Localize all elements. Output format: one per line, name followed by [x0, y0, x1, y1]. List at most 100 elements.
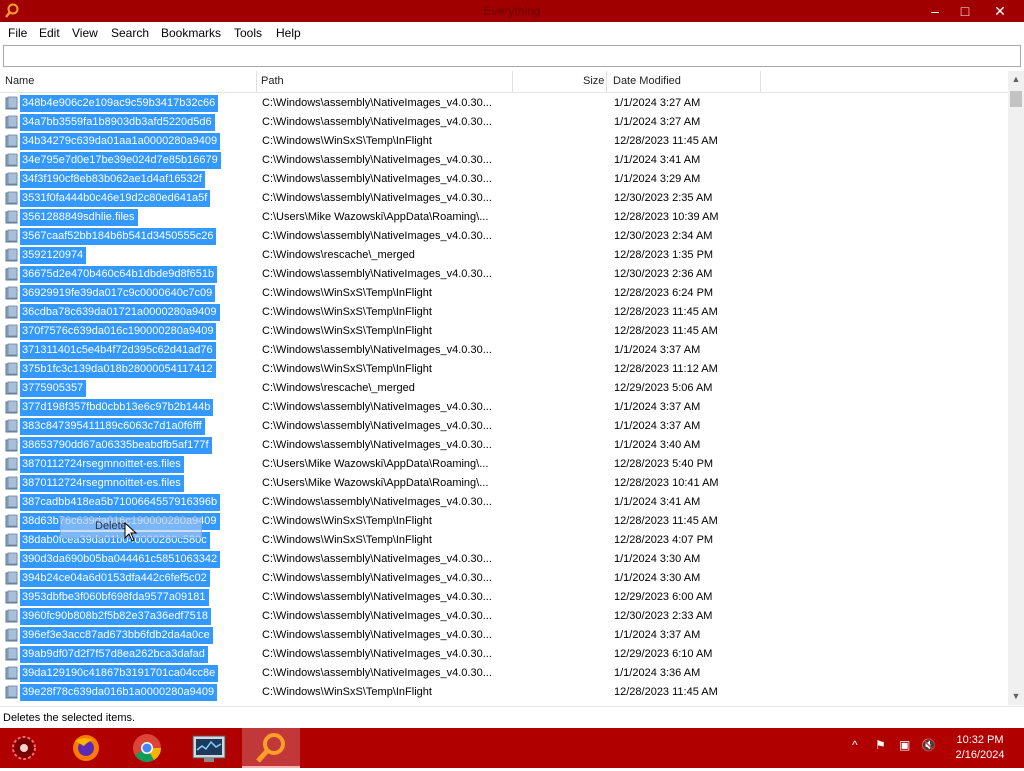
scroll-thumb[interactable] [1010, 91, 1022, 107]
menu-edit[interactable]: Edit [39, 26, 60, 40]
table-row[interactable]: 375b1fc3c139da018b28000054117412 C:\Windo… [0, 360, 1008, 379]
scroll-down-arrow-icon[interactable]: ▼ [1008, 688, 1024, 705]
vertical-scrollbar[interactable]: ▲ ▼ [1008, 71, 1024, 705]
close-button[interactable]: ✕ [983, 0, 1017, 22]
column-separator[interactable] [760, 71, 761, 92]
table-row[interactable]: 3561288849sdhlie.files C:\Users\Mike Wazo… [0, 208, 1008, 227]
file-name[interactable]: 383c847395411189c6063c7d1a0f6fff [20, 418, 205, 435]
file-name[interactable]: 34f3f190cf8eb83b062ae1d4af16532f [20, 171, 205, 188]
table-row[interactable]: 34a7bb3559fa1b8903db3afd5220d5d6 C:\Windo… [0, 113, 1008, 132]
maximize-button[interactable]: □ [948, 0, 982, 22]
search-box[interactable] [3, 45, 1021, 67]
file-name[interactable]: 375b1fc3c139da018b28000054117412 [20, 361, 216, 378]
table-row[interactable]: 34e795e7d0e17be39e024d7e85b16679 C:\Windo… [0, 151, 1008, 170]
table-row[interactable]: 36675d2e470b460c64b1dbde9d8f651b C:\Windo… [0, 265, 1008, 284]
file-name[interactable]: 3953dbfbe3f060bf698fda9577a09181 [20, 589, 209, 606]
file-name[interactable]: 3592120974 [20, 247, 87, 264]
file-name[interactable]: 394b24ce04a6d0153dfa442c6fef5c02 [20, 570, 210, 587]
file-name[interactable]: 3960fc90b808b2f5b82e37a36edf7518 [20, 608, 211, 625]
file-name[interactable]: 34a7bb3559fa1b8903db3afd5220d5d6 [20, 114, 215, 131]
file-path: C:\Windows\assembly\NativeImages_v4.0.30… [262, 553, 492, 565]
file-name[interactable]: 396ef3e3acc87ad673bb6fdb2da4a0ce [20, 627, 213, 644]
table-row[interactable]: 394b24ce04a6d0153dfa442c6fef5c02 C:\Windo… [0, 569, 1008, 588]
minimize-button[interactable]: – [918, 0, 952, 22]
tray-chevron-icon[interactable]: ^ [852, 738, 858, 752]
file-name[interactable]: 370f7576c639da016c190000280a9409 [20, 323, 217, 340]
menu-file[interactable]: File [8, 26, 27, 40]
taskbar-system-monitor[interactable] [180, 728, 238, 768]
tray-flag-icon[interactable]: ⚑ [875, 738, 886, 752]
menu-bookmarks[interactable]: Bookmarks [161, 26, 221, 40]
file-name[interactable]: 3870112724rsegmnoittet-es.files [20, 475, 184, 492]
menu-search[interactable]: Search [111, 26, 149, 40]
table-row[interactable]: 3870112724rsegmnoittet-es.files C:\Users\… [0, 455, 1008, 474]
table-row[interactable]: 3531f0fa444b0c46e19d2c80ed641a5f C:\Windo… [0, 189, 1008, 208]
tray-network-icon[interactable]: ▣ [899, 738, 910, 752]
file-name[interactable]: 377d198f357fbd0cbb13e6c97b2b144b [20, 399, 214, 416]
table-row[interactable]: 390d3da690b05ba044461c5851063342 C:\Windo… [0, 550, 1008, 569]
file-name[interactable]: 36929919fe39da017c9c0000640c7c09 [20, 285, 216, 302]
table-row[interactable]: 371311401c5e4b4f72d395c62d41ad76 C:\Windo… [0, 341, 1008, 360]
table-row[interactable]: 39e28f78c639da016b1a0000280a9409 C:\Windo… [0, 683, 1008, 702]
column-path[interactable]: Path [261, 75, 284, 87]
file-name[interactable]: 39ab9df07d2f7f57d8ea262bca3dafad [20, 646, 208, 663]
column-date-modified[interactable]: Date Modified [613, 75, 681, 87]
clock-time: 10:32 PM [956, 734, 1004, 746]
table-row[interactable]: 38653790dd67a06335beabdfb5af177f C:\Windo… [0, 436, 1008, 455]
table-row[interactable]: 383c847395411189c6063c7d1a0f6fff C:\Windo… [0, 417, 1008, 436]
menu-help[interactable]: Help [276, 26, 301, 40]
search-input[interactable] [4, 46, 1020, 64]
table-row[interactable]: 34f3f190cf8eb83b062ae1d4af16532f C:\Windo… [0, 170, 1008, 189]
column-name[interactable]: Name [5, 75, 34, 87]
menu-tools[interactable]: Tools [234, 26, 262, 40]
file-path: C:\Windows\WinSxS\Temp\InFlight [262, 306, 432, 318]
table-row[interactable]: 36929919fe39da017c9c0000640c7c09 C:\Windo… [0, 284, 1008, 303]
file-date-modified: 1/1/2024 3:37 AM [614, 344, 701, 356]
table-row[interactable]: 377d198f357fbd0cbb13e6c97b2b144b C:\Windo… [0, 398, 1008, 417]
scroll-up-arrow-icon[interactable]: ▲ [1008, 71, 1024, 88]
column-separator[interactable] [606, 71, 607, 92]
file-name[interactable]: 34e795e7d0e17be39e024d7e85b16679 [20, 152, 221, 169]
taskbar-chrome[interactable] [118, 728, 176, 768]
table-row[interactable]: 3567caaf52bb184b6b541d3450555c26 C:\Windo… [0, 227, 1008, 246]
tray-volume-icon[interactable]: 🔇 [921, 738, 936, 752]
file-name[interactable]: 36cdba78c639da01721a0000280a9409 [20, 304, 220, 321]
file-name[interactable]: 34b34279c639da01aa1a0000280a9409 [20, 133, 221, 150]
file-name[interactable]: 348b4e906c2e109ac9c59b3417b32c66 [20, 95, 219, 112]
table-row[interactable]: 348b4e906c2e109ac9c59b3417b32c66 C:\Windo… [0, 94, 1008, 113]
file-name[interactable]: 3567caaf52bb184b6b541d3450555c26 [20, 228, 217, 245]
file-name[interactable]: 39da129190c41867b3191701ca04cc8e [20, 665, 219, 682]
file-name[interactable]: 390d3da690b05ba044461c5851063342 [20, 551, 221, 568]
menu-view[interactable]: View [72, 26, 98, 40]
column-size[interactable]: Size [583, 75, 604, 87]
file-name[interactable]: 39e28f78c639da016b1a0000280a9409 [20, 684, 218, 701]
table-row[interactable]: 3870112724rsegmnoittet-es.files C:\Users\… [0, 474, 1008, 493]
taskbar-firefox[interactable] [57, 728, 115, 768]
file-name[interactable]: 3775905357 [20, 380, 87, 397]
file-list[interactable]: 348b4e906c2e109ac9c59b3417b32c66 C:\Windo… [0, 94, 1008, 704]
table-row[interactable]: 39da129190c41867b3191701ca04cc8e C:\Windo… [0, 664, 1008, 683]
start-button[interactable] [0, 728, 58, 768]
taskbar-everything[interactable] [242, 728, 300, 768]
file-name[interactable]: 3561288849sdhlie.files [20, 209, 138, 226]
file-name[interactable]: 387cadbb418ea5b7100664557916396b [20, 494, 221, 511]
file-name[interactable]: 371311401c5e4b4f72d395c62d41ad76 [20, 342, 216, 359]
table-row[interactable]: 387cadbb418ea5b7100664557916396b C:\Windo… [0, 493, 1008, 512]
file-name[interactable]: 3531f0fa444b0c46e19d2c80ed641a5f [20, 190, 211, 207]
table-row[interactable]: 3775905357 C:\Windows\rescache\_merged 12/… [0, 379, 1008, 398]
table-row[interactable]: 396ef3e3acc87ad673bb6fdb2da4a0ce C:\Windo… [0, 626, 1008, 645]
drag-preview-label: Delete [95, 520, 127, 532]
table-row[interactable]: 3953dbfbe3f060bf698fda9577a09181 C:\Windo… [0, 588, 1008, 607]
file-name[interactable]: 38653790dd67a06335beabdfb5af177f [20, 437, 212, 454]
table-row[interactable]: 39ab9df07d2f7f57d8ea262bca3dafad C:\Windo… [0, 645, 1008, 664]
table-row[interactable]: 36cdba78c639da01721a0000280a9409 C:\Windo… [0, 303, 1008, 322]
table-row[interactable]: 3960fc90b808b2f5b82e37a36edf7518 C:\Windo… [0, 607, 1008, 626]
table-row[interactable]: 3592120974 C:\Windows\rescache\_merged 12/… [0, 246, 1008, 265]
clock[interactable]: 10:32 PM 2/16/2024 [940, 733, 1020, 763]
column-separator[interactable] [256, 71, 257, 92]
column-separator[interactable] [512, 71, 513, 92]
file-name[interactable]: 3870112724rsegmnoittet-es.files [20, 456, 184, 473]
file-name[interactable]: 36675d2e470b460c64b1dbde9d8f651b [20, 266, 218, 283]
table-row[interactable]: 34b34279c639da01aa1a0000280a9409 C:\Windo… [0, 132, 1008, 151]
table-row[interactable]: 370f7576c639da016c190000280a9409 C:\Windo… [0, 322, 1008, 341]
